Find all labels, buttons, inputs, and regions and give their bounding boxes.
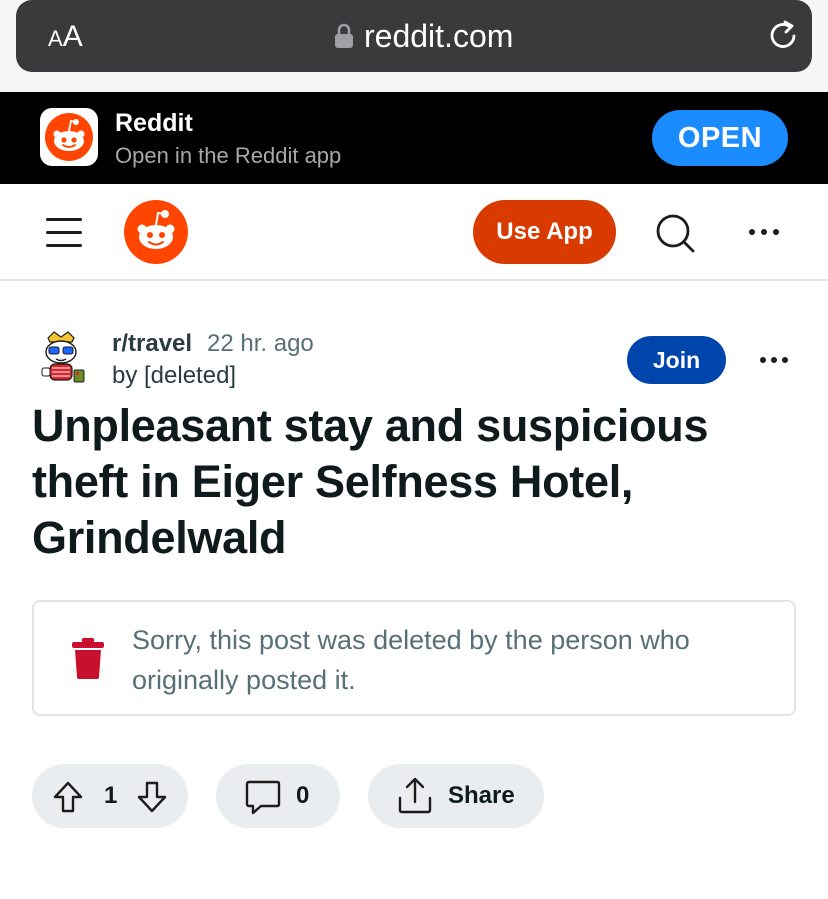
vote-bar: 1	[32, 764, 188, 828]
hamburger-icon[interactable]	[46, 218, 82, 248]
comment-icon	[245, 780, 281, 815]
site-header: Use App	[0, 184, 828, 281]
open-app-button[interactable]: OPEN	[652, 110, 788, 166]
more-icon[interactable]	[744, 222, 784, 242]
share-label: Share	[448, 782, 515, 809]
post-more-icon[interactable]	[758, 350, 790, 370]
app-banner: Reddit Open in the Reddit app OPEN	[0, 92, 828, 184]
address-bar[interactable]: AA reddit.com	[16, 0, 812, 72]
search-icon[interactable]	[654, 212, 696, 254]
share-button[interactable]: Share	[368, 764, 544, 828]
post-title: Unpleasant stay and suspicious theft in …	[32, 400, 709, 563]
upvote-icon[interactable]	[52, 780, 84, 814]
lock-icon	[335, 23, 353, 48]
reddit-logo-icon[interactable]	[124, 200, 188, 264]
downvote-icon[interactable]	[136, 780, 168, 814]
subreddit-avatar-icon[interactable]	[34, 328, 88, 386]
text-size-button[interactable]: AA	[48, 20, 83, 56]
text-size-large-a: A	[62, 20, 83, 53]
vote-count: 1	[104, 782, 118, 809]
reddit-app-icon	[40, 108, 98, 166]
join-button[interactable]: Join	[627, 336, 726, 384]
banner-app-name: Reddit	[115, 109, 193, 137]
subreddit-name[interactable]: r/travel	[112, 330, 192, 358]
deleted-notice-text: Sorry, this post was deleted by the pers…	[132, 625, 690, 695]
deleted-notice: Sorry, this post was deleted by the pers…	[32, 600, 796, 716]
text-size-small-a: A	[48, 26, 63, 51]
post-author: by [deleted]	[112, 362, 237, 389]
use-app-button[interactable]: Use App	[473, 200, 616, 264]
url-text: reddit.com	[364, 18, 514, 54]
browser-toolbar: AA reddit.com	[0, 0, 828, 92]
reload-icon[interactable]	[764, 16, 802, 54]
url-display[interactable]: reddit.com	[334, 16, 513, 56]
comment-count: 0	[296, 782, 310, 809]
trash-icon	[72, 638, 104, 679]
post-timestamp: 22 hr. ago	[207, 330, 314, 357]
comments-button[interactable]: 0	[216, 764, 340, 828]
banner-subtitle: Open in the Reddit app	[115, 143, 342, 168]
share-icon	[398, 777, 432, 814]
